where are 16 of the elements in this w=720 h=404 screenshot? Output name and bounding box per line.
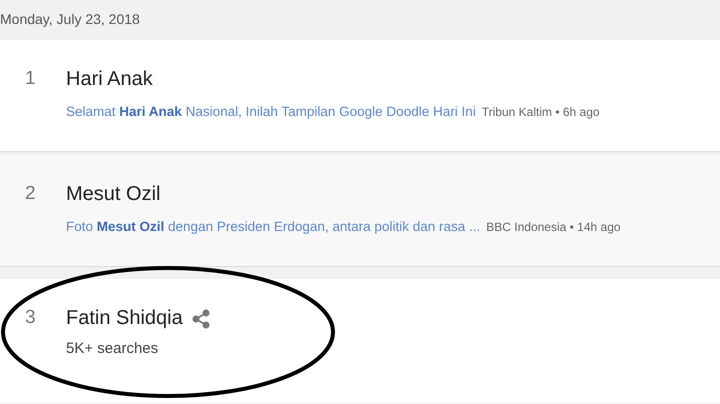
- trend-card[interactable]: 2 Mesut Ozil Foto Mesut Ozil dengan Presiden Erdogan, antara politik dan rasa ... BBC Indonesia • 14h ago: [0, 155, 720, 267]
- share-icon[interactable]: [190, 308, 211, 328]
- article-link[interactable]: Foto Mesut Ozil dengan Presiden Erdogan, antara politik dan rasa ...: [66, 219, 480, 234]
- article-source: Tribun Kaltim • 6h ago: [482, 105, 600, 119]
- search-count: 5K+ searches: [66, 340, 160, 357]
- trend-card[interactable]: 3 Fatin Shidqia 5K+ searches: [0, 279, 720, 403]
- rank-number: 2: [24, 183, 37, 206]
- trend-title[interactable]: Mesut Ozil: [66, 183, 160, 206]
- rank-number: 1: [24, 68, 37, 91]
- date-heading: Monday, July 23, 2018: [0, 11, 140, 27]
- trend-title[interactable]: Fatin Shidqia: [66, 307, 183, 330]
- article-link[interactable]: Selamat Hari Anak Nasional, Inilah Tampilan Google Doodle Hari Ini: [66, 104, 476, 119]
- rank-number: 3: [24, 307, 37, 330]
- trend-card[interactable]: 1 Hari Anak Selamat Hari Anak Nasional, Inilah Tampilan Google Doodle Hari Ini Tribun Kaltim • 6h ago: [0, 40, 720, 152]
- article-source: BBC Indonesia • 14h ago: [486, 220, 621, 234]
- trend-title[interactable]: Hari Anak: [66, 68, 153, 91]
